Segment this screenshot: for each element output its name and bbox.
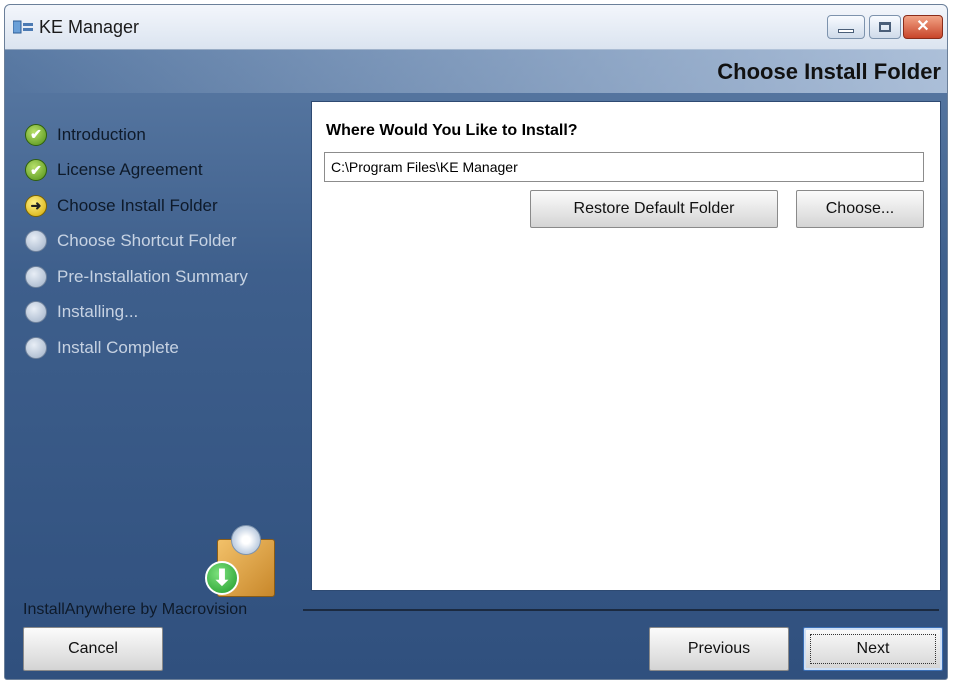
maximize-icon [879, 22, 891, 32]
step-item: ✔ License Agreement [25, 153, 248, 189]
window-title: KE Manager [39, 17, 140, 37]
step-label: Installing... [57, 302, 139, 322]
choose-folder-button[interactable]: Choose... [796, 190, 924, 228]
step-item: Choose Shortcut Folder [25, 224, 248, 260]
install-path-input[interactable] [324, 152, 924, 182]
maximize-button[interactable] [869, 15, 901, 39]
install-location-prompt: Where Would You Like to Install? [326, 122, 578, 139]
step-item: Pre-Installation Summary [25, 259, 248, 295]
step-label: Choose Install Folder [57, 195, 218, 215]
app-icon [13, 20, 33, 34]
next-button[interactable]: Next [803, 627, 943, 671]
step-item: Install Complete [25, 330, 248, 366]
close-icon: ✕ [916, 18, 930, 35]
minimize-button[interactable] [827, 15, 865, 39]
installer-window: KE Manager ✕ Choose Install Folder ✔ Intr… [4, 4, 948, 680]
restore-default-folder-button[interactable]: Restore Default Folder [530, 190, 778, 228]
step-item: ✔ Introduction [25, 117, 248, 153]
previous-button[interactable]: Previous [649, 627, 789, 671]
check-icon: ✔ [25, 123, 47, 146]
check-icon: ✔ [25, 159, 47, 182]
close-button[interactable]: ✕ [903, 15, 943, 39]
step-label: Choose Shortcut Folder [57, 231, 237, 251]
cancel-button[interactable]: Cancel [23, 627, 163, 671]
page-title: Choose Install Folder [717, 59, 941, 84]
vendor-label: InstallAnywhere by Macrovision [23, 601, 248, 618]
step-label: Pre-Installation Summary [57, 266, 248, 286]
pending-dot-icon [25, 230, 47, 253]
focus-ring [810, 634, 936, 664]
step-label: License Agreement [57, 160, 203, 180]
install-graphic: ⬇ [205, 525, 283, 597]
footer-divider [303, 609, 939, 611]
step-label: Install Complete [57, 337, 179, 357]
step-item: Installing... [25, 295, 248, 331]
arrow-right-icon: ➜ [25, 194, 47, 217]
pending-dot-icon [25, 336, 47, 359]
step-label: Introduction [57, 124, 146, 144]
title-bar[interactable]: KE Manager ✕ [5, 5, 947, 50]
step-item: ➜ Choose Install Folder [25, 188, 248, 224]
minimize-icon [838, 29, 854, 34]
pending-dot-icon [25, 301, 47, 324]
content-panel: Where Would You Like to Install? Restore… [311, 101, 941, 591]
cd-disc-icon [231, 525, 261, 555]
step-list: ✔ Introduction ✔ License Agreement ➜ Choose I… [25, 117, 248, 366]
pending-dot-icon [25, 265, 47, 288]
download-icon: ⬇ [205, 561, 239, 595]
